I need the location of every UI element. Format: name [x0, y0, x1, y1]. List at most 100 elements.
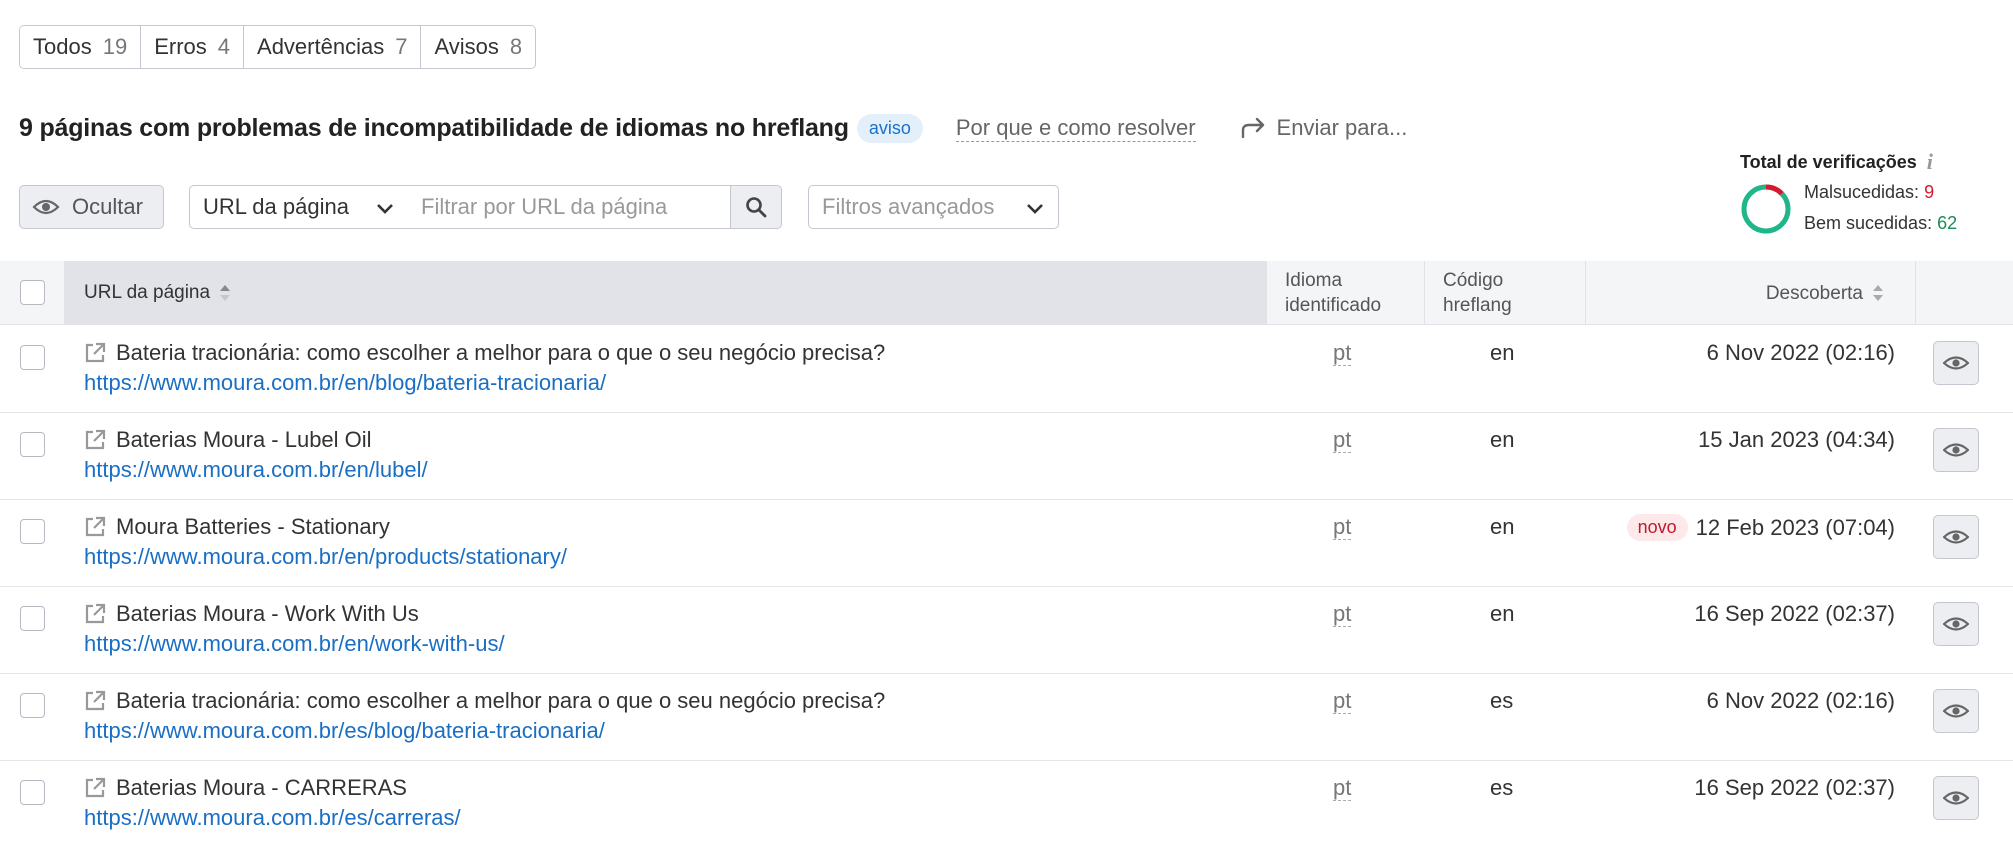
- external-link-icon[interactable]: [84, 429, 106, 451]
- view-details-button[interactable]: [1933, 776, 1979, 820]
- external-link-icon[interactable]: [84, 777, 106, 799]
- failed-count-line: Malsucedidas: 9: [1804, 177, 1957, 208]
- page-title-text: Moura Batteries - Stationary: [116, 514, 390, 539]
- sort-icon: [218, 283, 232, 303]
- page-title-text: Bateria tracionária: como escolher a mel…: [116, 340, 886, 365]
- checks-summary: Total de verificações i Malsucedidas: 9 …: [1740, 149, 2000, 239]
- column-header-hreflang-l1: Código: [1443, 270, 1504, 291]
- discovered-date-text: 16 Sep 2022 (02:37): [1694, 775, 1895, 800]
- row-checkbox[interactable]: [20, 780, 45, 805]
- tab-advertencias[interactable]: Advertências 7: [244, 26, 422, 68]
- column-header-language-l1: Idioma: [1285, 270, 1343, 291]
- page-title-text: Baterias Moura - Work With Us: [116, 601, 419, 626]
- page-url-link[interactable]: https://www.moura.com.br/en/work-with-us…: [84, 631, 505, 657]
- row-checkbox[interactable]: [20, 606, 45, 631]
- tab-label: Todos: [33, 34, 92, 59]
- page-url-link[interactable]: https://www.moura.com.br/es/blog/bateria…: [84, 718, 605, 744]
- page-url-link[interactable]: https://www.moura.com.br/en/blog/bateria…: [84, 370, 606, 396]
- sort-icon: [1871, 283, 1885, 303]
- select-all-checkbox[interactable]: [20, 280, 45, 305]
- hreflang-code: en: [1490, 427, 1515, 452]
- discovered-date: novo 12 Feb 2023 (07:04): [1626, 514, 1895, 541]
- view-details-button[interactable]: [1933, 689, 1979, 733]
- tab-todos[interactable]: Todos 19: [20, 26, 142, 68]
- hide-button[interactable]: Ocultar: [19, 185, 164, 229]
- search-icon: [746, 197, 767, 218]
- failed-value: 9: [1924, 182, 1935, 202]
- tab-label: Erros: [154, 34, 207, 59]
- page-url-link[interactable]: https://www.moura.com.br/en/products/sta…: [84, 544, 567, 570]
- tab-label: Advertências: [257, 34, 385, 59]
- external-link-icon[interactable]: [84, 342, 106, 364]
- page-url-link[interactable]: https://www.moura.com.br/es/carreras/: [84, 805, 461, 831]
- identified-language: pt: [1333, 340, 1352, 366]
- checks-donut-chart: [1741, 184, 1791, 234]
- hreflang-code: en: [1490, 514, 1515, 539]
- url-filter-input[interactable]: [408, 185, 731, 229]
- table-row: Moura Batteries - Stationary https://www…: [0, 500, 2013, 587]
- tab-erros[interactable]: Erros 4: [141, 26, 245, 68]
- tab-count: 7: [395, 34, 408, 59]
- table-row: Baterias Moura - Lubel Oil https://www.m…: [0, 413, 2013, 500]
- column-header-url[interactable]: URL da página: [64, 261, 1266, 325]
- tab-avisos[interactable]: Avisos 8: [421, 26, 536, 68]
- table-row: Baterias Moura - CARRERAS https://www.mo…: [0, 761, 2013, 844]
- eye-icon: [1943, 791, 1969, 805]
- discovered-date-text: 15 Jan 2023 (04:34): [1698, 427, 1895, 452]
- page-title-text: Baterias Moura - CARRERAS: [116, 775, 407, 800]
- page-url-link[interactable]: https://www.moura.com.br/en/lubel/: [84, 457, 428, 483]
- hreflang-code: en: [1490, 601, 1515, 626]
- eye-icon: [1943, 356, 1969, 370]
- discovered-date: 6 Nov 2022 (02:16): [1707, 688, 1895, 714]
- chevron-down-icon: [377, 204, 393, 214]
- view-details-button[interactable]: [1933, 602, 1979, 646]
- identified-language: pt: [1333, 688, 1352, 714]
- view-details-button[interactable]: [1933, 341, 1979, 385]
- url-select-value: URL da página: [203, 194, 349, 219]
- search-button[interactable]: [730, 185, 782, 229]
- send-to-button[interactable]: Enviar para...: [1241, 115, 1407, 141]
- identified-language: pt: [1333, 775, 1352, 801]
- hreflang-code: en: [1490, 340, 1515, 365]
- page-title-text: Bateria tracionária: como escolher a mel…: [116, 688, 886, 713]
- column-header-url-label: URL da página: [84, 282, 211, 303]
- column-header-hreflang: Código hreflang: [1424, 261, 1585, 325]
- page-title: 9 páginas com problemas de incompatibili…: [19, 113, 849, 142]
- eye-icon: [1943, 530, 1969, 544]
- row-checkbox[interactable]: [20, 693, 45, 718]
- column-header-discovered[interactable]: Descoberta: [1585, 261, 1915, 325]
- success-label: Bem sucedidas:: [1804, 213, 1938, 233]
- info-icon[interactable]: i: [1927, 149, 1933, 175]
- external-link-icon[interactable]: [84, 516, 106, 538]
- hide-label: Ocultar: [72, 194, 143, 219]
- row-checkbox[interactable]: [20, 345, 45, 370]
- discovered-date: 16 Sep 2022 (02:37): [1694, 775, 1895, 801]
- url-field-select[interactable]: URL da página: [189, 185, 409, 229]
- table-row: Bateria tracionária: como escolher a mel…: [0, 326, 2013, 413]
- row-checkbox[interactable]: [20, 432, 45, 457]
- issue-header: 9 páginas com problemas de incompatibili…: [19, 110, 1407, 146]
- row-checkbox[interactable]: [20, 519, 45, 544]
- failed-label: Malsucedidas:: [1804, 182, 1925, 202]
- discovered-date: 6 Nov 2022 (02:16): [1707, 340, 1895, 366]
- discovered-date-text: 6 Nov 2022 (02:16): [1706, 688, 1895, 713]
- discovered-date-text: 12 Feb 2023 (07:04): [1695, 514, 1895, 540]
- advanced-filters-select[interactable]: Filtros avançados: [808, 185, 1059, 229]
- tab-count: 8: [509, 34, 523, 59]
- table-header: URL da página Idioma identificado Código h…: [0, 261, 2013, 325]
- external-link-icon[interactable]: [84, 690, 106, 712]
- column-header-discovered-label: Descoberta: [1765, 282, 1863, 304]
- view-details-button[interactable]: [1933, 428, 1979, 472]
- page-title-text: Baterias Moura - Lubel Oil: [116, 427, 372, 452]
- why-how-fix-link[interactable]: Por que e como resolver: [955, 115, 1196, 142]
- column-header-language: Idioma identificado: [1266, 261, 1424, 325]
- eye-icon: [1943, 443, 1969, 457]
- eye-icon: [32, 199, 60, 215]
- checks-title-text: Total de verificações: [1740, 151, 1917, 172]
- external-link-icon[interactable]: [84, 603, 106, 625]
- eye-icon: [1943, 704, 1969, 718]
- discovered-date: 16 Sep 2022 (02:37): [1694, 601, 1895, 627]
- share-arrow-icon: [1241, 117, 1264, 139]
- success-count-line: Bem sucedidas: 62: [1804, 208, 1957, 239]
- view-details-button[interactable]: [1933, 515, 1979, 559]
